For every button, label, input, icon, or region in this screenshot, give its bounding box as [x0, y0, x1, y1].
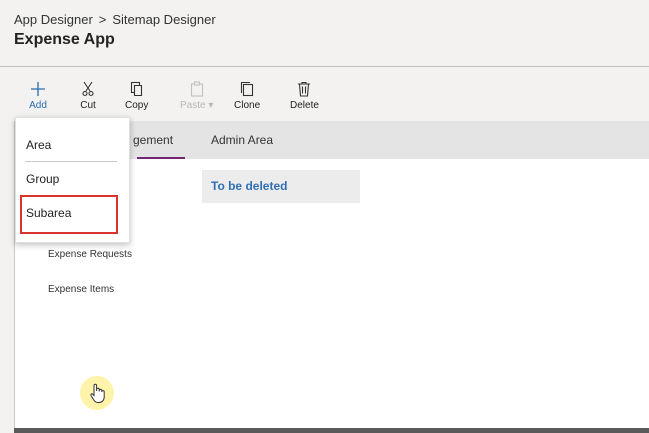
- paste-icon: [187, 79, 207, 99]
- plus-icon: [28, 79, 48, 99]
- paste-button-label: Paste ▾: [180, 100, 214, 111]
- add-button[interactable]: Add: [28, 79, 48, 111]
- menu-item-subarea[interactable]: Subarea: [26, 206, 71, 220]
- delete-button[interactable]: Delete: [290, 79, 319, 111]
- cut-button[interactable]: Cut: [78, 79, 98, 111]
- subarea-expense-requests[interactable]: Expense Requests: [48, 249, 132, 260]
- tab-admin-area[interactable]: Admin Area: [211, 121, 273, 159]
- trash-icon: [294, 79, 314, 99]
- page-title: Expense App: [14, 31, 115, 48]
- clone-icon: [237, 79, 257, 99]
- hand-cursor-icon: [88, 382, 108, 404]
- paste-button[interactable]: Paste ▾: [180, 79, 213, 111]
- menu-item-group[interactable]: Group: [26, 172, 59, 186]
- header: App Designer > Sitemap Designer Expense …: [0, 0, 649, 66]
- subarea-expense-items[interactable]: Expense Items: [48, 284, 114, 295]
- menu-item-area[interactable]: Area: [26, 138, 51, 152]
- bottom-border: [14, 428, 649, 433]
- breadcrumb-sitemap-designer: Sitemap Designer: [112, 12, 216, 27]
- scissors-icon: [78, 79, 98, 99]
- copy-icon: [127, 79, 147, 99]
- breadcrumb-separator: >: [98, 12, 107, 27]
- breadcrumb-app-designer[interactable]: App Designer: [14, 12, 93, 27]
- cut-button-label: Cut: [80, 100, 96, 111]
- delete-button-label: Delete: [290, 100, 319, 111]
- clone-button[interactable]: Clone: [234, 79, 260, 111]
- menu-divider: [25, 161, 117, 162]
- add-menu: Area Group Subarea: [15, 117, 130, 243]
- group-tile[interactable]: To be deleted: [202, 170, 360, 203]
- chevron-down-icon: ▾: [208, 100, 214, 111]
- breadcrumb: App Designer > Sitemap Designer: [14, 12, 216, 27]
- tab-management[interactable]: gement: [133, 121, 173, 159]
- command-bar: Add Cut Copy Paste ▾ Clone Delete: [0, 67, 649, 121]
- clone-button-label: Clone: [234, 100, 261, 111]
- add-button-label: Add: [29, 100, 47, 111]
- copy-button-label: Copy: [125, 100, 149, 111]
- copy-button[interactable]: Copy: [125, 79, 148, 111]
- selected-tab-indicator: [137, 157, 185, 159]
- group-title: To be deleted: [211, 179, 288, 193]
